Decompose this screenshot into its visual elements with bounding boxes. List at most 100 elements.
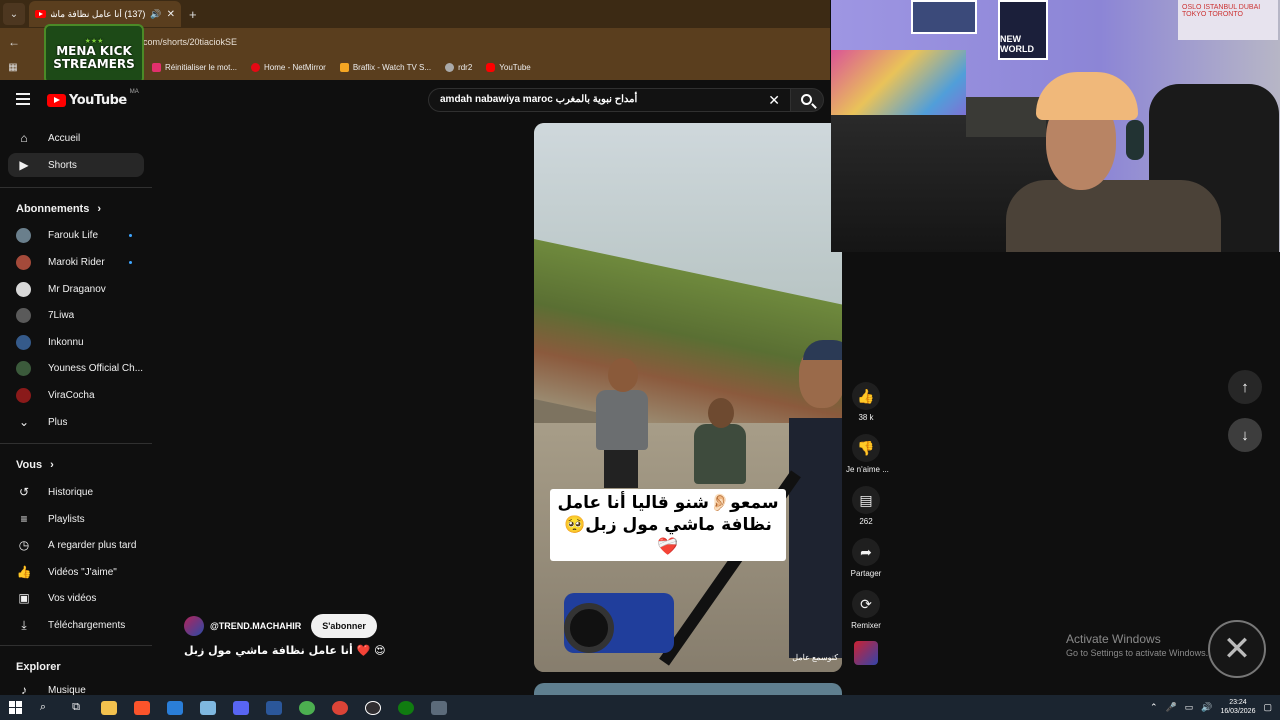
sidebar-item-label: Musique bbox=[48, 684, 86, 696]
calculator-icon[interactable] bbox=[427, 699, 451, 717]
network-icon[interactable]: ▭ bbox=[1185, 702, 1194, 713]
chrome-profile-icon[interactable] bbox=[328, 699, 352, 717]
channel-avatar[interactable] bbox=[184, 616, 204, 636]
chevron-up-icon[interactable]: ⌃ bbox=[1150, 702, 1158, 713]
comments-button[interactable]: ▤ 262 bbox=[846, 486, 886, 526]
close-tab-icon[interactable]: ✕ bbox=[167, 9, 175, 20]
subscribe-button[interactable]: S'abonner bbox=[311, 614, 377, 638]
menu-icon[interactable] bbox=[16, 93, 30, 105]
sidebar-divider bbox=[0, 645, 152, 646]
discord-icon[interactable] bbox=[229, 699, 253, 717]
search-button[interactable] bbox=[790, 88, 824, 112]
obs-icon[interactable] bbox=[361, 699, 385, 717]
word-icon[interactable] bbox=[262, 699, 286, 717]
webcam-poster-new-world: NEW WORLD bbox=[998, 0, 1048, 60]
sidebar: ⌂ Accueil ▶ Shorts Abonnements › Farouk … bbox=[0, 125, 152, 697]
notepad-icon[interactable] bbox=[196, 699, 220, 717]
short-video-player[interactable]: سمعو👂🏻شنو قاليا أنا عامل نظافة ماشي مول … bbox=[534, 123, 842, 672]
bookmark-label: YouTube bbox=[499, 63, 531, 72]
caption-line-2: نظافة ماشي مول زبل🥺❤️‍🩹 bbox=[564, 515, 772, 558]
bookmark-netmirror[interactable]: Home - NetMirror bbox=[251, 63, 326, 72]
webcam-headset bbox=[1126, 120, 1144, 160]
sidebar-item-label: Youness Official Ch... bbox=[48, 362, 144, 374]
webcam-gpu-box bbox=[966, 97, 1046, 137]
x-logo-icon: ✕ bbox=[1208, 620, 1266, 678]
xbox-icon[interactable] bbox=[394, 699, 418, 717]
apps-grid-icon[interactable]: ▦ bbox=[0, 62, 26, 73]
clear-search-icon[interactable]: ✕ bbox=[768, 92, 780, 109]
bookmark-instagram[interactable]: Réinitialiser le mot... bbox=[152, 63, 237, 72]
next-short-preview[interactable] bbox=[534, 683, 842, 695]
sidebar-item-7liwa[interactable]: 7Liwa bbox=[8, 303, 144, 327]
sidebar-item-liked-videos[interactable]: 👍 Vidéos "J'aime" bbox=[8, 560, 144, 584]
next-short-button[interactable]: ↓ bbox=[1228, 418, 1262, 452]
notification-icon[interactable]: ▢ bbox=[1263, 702, 1272, 713]
channel-name[interactable]: @TREND.MACHAHIR bbox=[210, 621, 301, 631]
short-title[interactable]: أنا عامل نظافة ماشي مول زبل ❤️ 😍 bbox=[184, 644, 386, 657]
channel-avatar bbox=[16, 307, 31, 323]
new-content-dot bbox=[129, 233, 132, 237]
dislike-label: Je n'aime ... bbox=[846, 465, 889, 474]
task-view-icon[interactable]: ⧉ bbox=[64, 699, 88, 717]
search-icon[interactable]: ⌕ bbox=[31, 699, 55, 717]
webcam-poster bbox=[911, 0, 977, 34]
sidebar-item-farouk-life[interactable]: Farouk Life bbox=[8, 223, 144, 247]
remix-icon: ⟳ bbox=[852, 590, 880, 618]
sidebar-item-historique[interactable]: ↺ Historique bbox=[8, 480, 144, 504]
file-explorer-icon[interactable] bbox=[97, 699, 121, 717]
sidebar-item-maroki-rider[interactable]: Maroki Rider bbox=[8, 250, 144, 274]
store-icon[interactable] bbox=[163, 699, 187, 717]
sidebar-item-inkonnu[interactable]: Inkonnu bbox=[8, 330, 144, 354]
youtube-logo[interactable]: YouTube MA bbox=[47, 89, 139, 108]
dislike-button[interactable]: 👎 Je n'aime ... bbox=[846, 434, 889, 474]
sidebar-item-mr-draganov[interactable]: Mr Draganov bbox=[8, 277, 144, 301]
previous-short-button[interactable]: ↑ bbox=[1228, 370, 1262, 404]
sidebar-item-shorts[interactable]: ▶ Shorts bbox=[8, 153, 144, 177]
netmirror-icon bbox=[251, 63, 261, 72]
new-tab-button[interactable]: + bbox=[189, 7, 197, 22]
sidebar-item-your-videos[interactable]: ▣ Vos vidéos bbox=[8, 586, 144, 610]
volume-icon[interactable]: 🔊 bbox=[1201, 702, 1212, 713]
subscriptions-heading[interactable]: Abonnements › bbox=[16, 203, 101, 215]
back-arrow-icon[interactable]: ← bbox=[0, 35, 28, 49]
chrome-icon[interactable] bbox=[295, 699, 319, 717]
webcam-city-banner: OSLO ISTANBUL DUBAI TOKYO TORONTO bbox=[1178, 0, 1278, 40]
clock[interactable]: 23:24 16/03/2026 bbox=[1220, 699, 1255, 716]
your-videos-icon: ▣ bbox=[18, 591, 30, 605]
channel-avatar bbox=[16, 360, 31, 376]
search-input[interactable]: amdah nabawiya maroc أمداح نبوية بالمغرب… bbox=[428, 88, 790, 112]
globe-icon bbox=[445, 63, 455, 72]
share-button[interactable]: ➦ Partager bbox=[846, 538, 886, 578]
sidebar-item-watch-later[interactable]: ◷ À regarder plus tard bbox=[8, 533, 144, 557]
sidebar-item-plus[interactable]: ⌄ Plus bbox=[8, 410, 144, 434]
sidebar-item-viracocha[interactable]: ViraCocha bbox=[8, 383, 144, 407]
speaker-icon[interactable]: 🔊 bbox=[150, 9, 161, 20]
sidebar-item-label: 7Liwa bbox=[48, 309, 75, 321]
like-button[interactable]: 👍 38 k bbox=[846, 382, 886, 422]
windows-start-icon[interactable] bbox=[9, 701, 22, 714]
sound-source-avatar[interactable] bbox=[854, 641, 878, 665]
sidebar-item-youness-official[interactable]: Youness Official Ch... bbox=[8, 356, 144, 380]
tab-search-button[interactable]: ⌄ bbox=[3, 3, 25, 25]
comment-count: 262 bbox=[859, 517, 873, 526]
thumbs-up-icon: 👍 bbox=[852, 382, 880, 410]
webcam-person-body bbox=[1006, 180, 1221, 252]
you-heading[interactable]: Vous › bbox=[16, 459, 54, 471]
activate-subtitle: Go to Settings to activate Windows. bbox=[1066, 648, 1209, 658]
remix-button[interactable]: ⟳ Remixer bbox=[846, 590, 886, 630]
sidebar-item-label: Shorts bbox=[48, 159, 77, 171]
mena-kick-streamers-logo: ★★★ MENA KICK STREAMERS bbox=[44, 24, 144, 84]
microphone-icon[interactable]: 🎤 bbox=[1165, 702, 1176, 713]
sidebar-item-downloads[interactable]: ⤓ Téléchargements bbox=[8, 613, 144, 637]
you-title: Vous bbox=[16, 459, 43, 471]
youtube-wordmark: YouTube bbox=[69, 93, 127, 108]
brave-browser-icon[interactable] bbox=[130, 699, 154, 717]
sidebar-item-playlists[interactable]: ≡ Playlists bbox=[8, 507, 144, 531]
bookmark-youtube[interactable]: YouTube bbox=[486, 63, 531, 72]
bookmark-rdr2[interactable]: rdr2 bbox=[445, 63, 472, 72]
windows-taskbar: ⌕ ⧉ ⌃ 🎤 ▭ 🔊 23:24 16/03/2026 ▢ bbox=[0, 695, 1280, 720]
url-text[interactable]: com/shorts/20tiaciokSE bbox=[143, 37, 237, 47]
sidebar-item-accueil[interactable]: ⌂ Accueil bbox=[8, 126, 144, 150]
channel-avatar bbox=[16, 227, 31, 243]
bookmark-braflix[interactable]: Braflix - Watch TV S... bbox=[339, 63, 431, 72]
